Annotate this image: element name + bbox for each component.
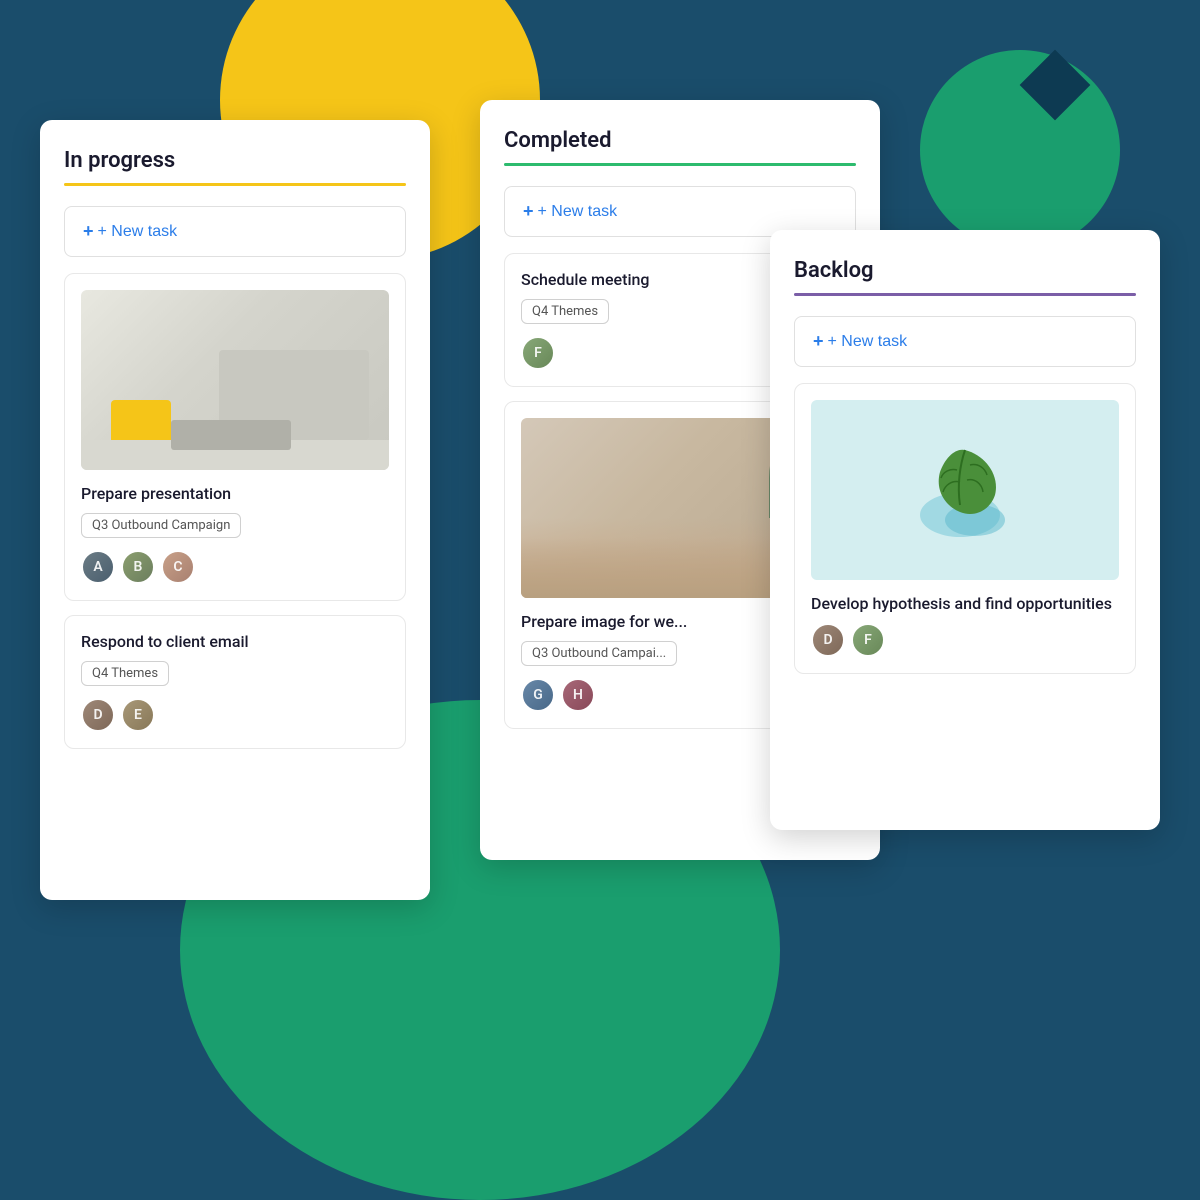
column-in-progress: In progress + + New task Prepare present… — [40, 120, 430, 900]
new-task-label-completed: + New task — [538, 203, 618, 221]
task-develop-hypothesis: Develop hypothesis and find opportunitie… — [794, 383, 1136, 674]
avatar-9: D — [811, 623, 845, 657]
task-image-leaf — [811, 400, 1119, 580]
avatar-7: G — [521, 678, 555, 712]
new-task-label-backlog: + New task — [828, 333, 908, 351]
column-backlog: Backlog + + New task — [770, 230, 1160, 830]
new-task-button-in-progress[interactable]: + + New task — [64, 206, 406, 257]
avatar-5: E — [121, 698, 155, 732]
avatar-1: A — [81, 550, 115, 584]
task-avatars-prepare-presentation: A B C — [81, 550, 389, 584]
task-avatars-respond-client: D E — [81, 698, 389, 732]
task-respond-client-email: Respond to client email Q4 Themes D E — [64, 615, 406, 749]
task-avatars-develop-hypothesis: D F — [811, 623, 1119, 657]
new-task-label-in-progress: + New task — [98, 223, 178, 241]
column-underline-completed — [504, 163, 856, 166]
task-name-respond-client: Respond to client email — [81, 632, 389, 651]
task-name-develop-hypothesis: Develop hypothesis and find opportunitie… — [811, 594, 1119, 613]
column-underline-in-progress — [64, 183, 406, 186]
plus-icon-backlog: + — [813, 331, 824, 352]
column-title-in-progress: In progress — [64, 148, 406, 173]
column-underline-backlog — [794, 293, 1136, 296]
avatar-6: F — [521, 336, 555, 370]
task-tag-prepare-presentation: Q3 Outbound Campaign — [81, 513, 241, 538]
task-tag-schedule-meeting: Q4 Themes — [521, 299, 609, 324]
column-title-completed: Completed — [504, 128, 856, 153]
plus-icon-completed: + — [523, 201, 534, 222]
leaf-svg-icon — [905, 430, 1025, 550]
task-tag-prepare-image: Q3 Outbound Campai... — [521, 641, 677, 666]
kanban-board: In progress + + New task Prepare present… — [40, 100, 1160, 1040]
avatar-10: F — [851, 623, 885, 657]
task-name-prepare-presentation: Prepare presentation — [81, 484, 389, 503]
column-title-backlog: Backlog — [794, 258, 1136, 283]
avatar-8: H — [561, 678, 595, 712]
new-task-button-backlog[interactable]: + + New task — [794, 316, 1136, 367]
plus-icon-in-progress: + — [83, 221, 94, 242]
task-prepare-presentation: Prepare presentation Q3 Outbound Campaig… — [64, 273, 406, 601]
avatar-3: C — [161, 550, 195, 584]
task-image-workspace — [81, 290, 389, 470]
avatar-2: B — [121, 550, 155, 584]
avatar-4: D — [81, 698, 115, 732]
task-tag-respond-client: Q4 Themes — [81, 661, 169, 686]
